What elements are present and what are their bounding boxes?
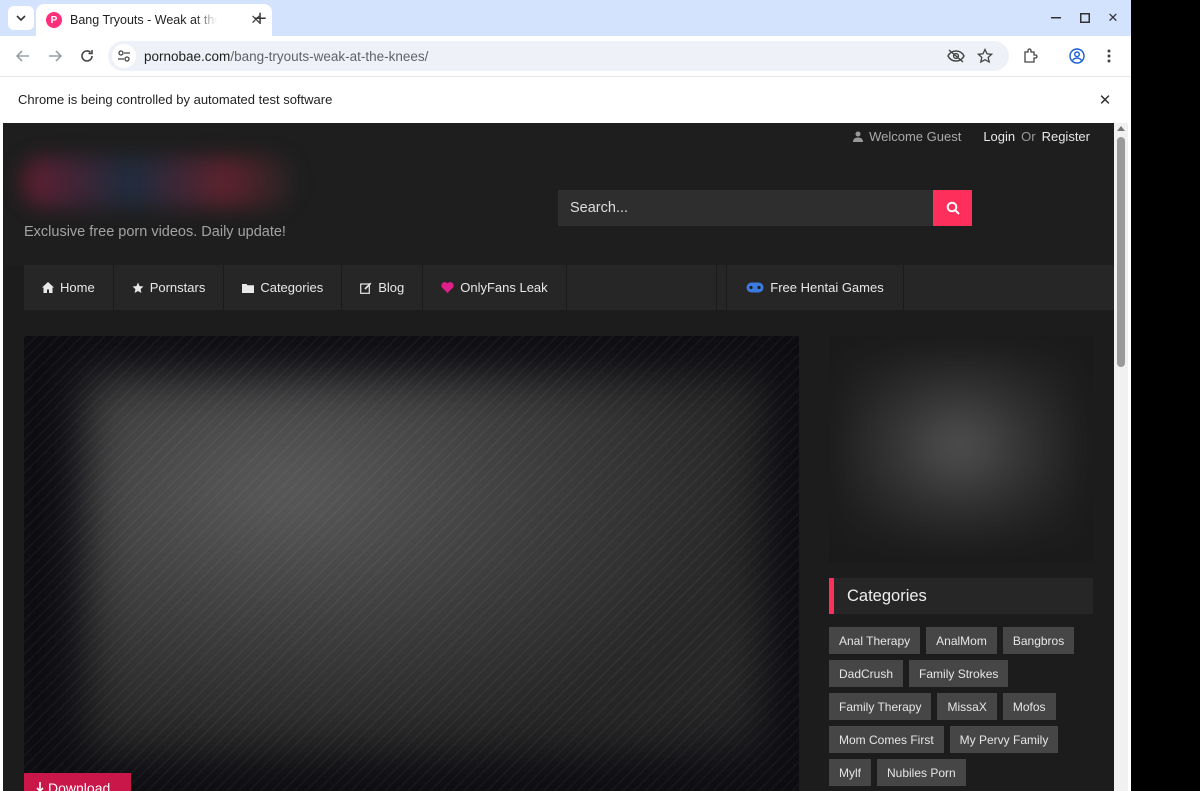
site-favicon-icon: P bbox=[46, 12, 62, 28]
login-link[interactable]: Login bbox=[983, 129, 1015, 144]
infobar-message: Chrome is being controlled by automated … bbox=[18, 92, 333, 107]
search-form bbox=[558, 190, 972, 226]
folder-icon bbox=[242, 283, 255, 293]
close-window-icon[interactable]: ✕ bbox=[1103, 8, 1123, 28]
puzzle-glyph bbox=[1024, 48, 1038, 63]
search-button[interactable] bbox=[933, 190, 972, 226]
tune-glyph bbox=[118, 50, 130, 62]
category-tag[interactable]: Mofos bbox=[1002, 693, 1056, 720]
new-tab-button[interactable]: + bbox=[250, 8, 270, 29]
bookmark-star-icon[interactable] bbox=[973, 44, 997, 68]
category-tag[interactable]: My Pervy Family bbox=[949, 726, 1059, 753]
browser-window: P Bang Tryouts - Weak at the Knees ✕ + ✕… bbox=[0, 0, 1131, 791]
nav-hentai-games-label: Free Hentai Games bbox=[770, 280, 884, 295]
nav-categories-label: Categories bbox=[260, 280, 324, 295]
register-link[interactable]: Register bbox=[1042, 129, 1090, 144]
download-icon bbox=[36, 782, 44, 791]
address-bar[interactable]: pornobae.com/bang-tryouts-weak-at-the-kn… bbox=[108, 41, 1009, 71]
eye-off-icon[interactable] bbox=[944, 44, 968, 68]
site-header: Welcome Guest Login Or Register Exclusiv… bbox=[3, 123, 1114, 266]
maximize-glyph bbox=[1080, 13, 1090, 23]
sidebar-ad-image bbox=[839, 351, 1079, 541]
nav-home-label: Home bbox=[60, 280, 95, 295]
scroll-thumb[interactable] bbox=[1117, 137, 1125, 367]
category-tag[interactable]: MissaX bbox=[937, 693, 997, 720]
chevron-down-icon bbox=[16, 15, 26, 21]
home-icon bbox=[42, 282, 54, 293]
nav-blog[interactable]: Blog bbox=[342, 265, 424, 310]
search-input[interactable] bbox=[558, 190, 933, 226]
reload-glyph bbox=[81, 50, 93, 62]
nav-blog-label: Blog bbox=[378, 280, 405, 295]
url-domain: pornobae.com bbox=[144, 48, 231, 64]
active-tab[interactable]: P Bang Tryouts - Weak at the Knees ✕ bbox=[36, 4, 272, 36]
page-viewport: Welcome Guest Login Or Register Exclusiv… bbox=[3, 123, 1128, 791]
desktop-background bbox=[1131, 0, 1200, 791]
extensions-icon[interactable] bbox=[1018, 44, 1042, 68]
url-path: /bang-tryouts-weak-at-the-knees/ bbox=[230, 48, 429, 64]
minimize-glyph bbox=[1051, 17, 1061, 19]
category-tag[interactable]: Anal Therapy bbox=[829, 627, 921, 654]
category-tag[interactable]: DadCrush bbox=[829, 660, 904, 687]
heart-icon bbox=[441, 282, 454, 293]
site-tagline: Exclusive free porn videos. Daily update… bbox=[24, 224, 286, 240]
site-info-icon[interactable] bbox=[112, 44, 136, 68]
category-tag[interactable]: Bangbros bbox=[1002, 627, 1075, 654]
category-tag[interactable]: AnalMom bbox=[926, 627, 997, 654]
nav-pornstars[interactable]: Pornstars bbox=[114, 265, 225, 310]
user-icon bbox=[853, 131, 864, 142]
user-bar: Welcome Guest Login Or Register bbox=[853, 129, 1090, 144]
tab-strip: P Bang Tryouts - Weak at the Knees ✕ + ✕ bbox=[0, 0, 1131, 36]
welcome-text: Welcome Guest bbox=[869, 129, 962, 144]
search-icon bbox=[946, 201, 960, 215]
eye-off-glyph bbox=[947, 49, 965, 63]
forward-arrow-glyph bbox=[49, 50, 62, 62]
automation-infobar: Chrome is being controlled by automated … bbox=[0, 76, 1131, 122]
category-tag[interactable]: Family Strokes bbox=[909, 660, 1009, 687]
star-icon bbox=[132, 282, 144, 293]
category-tag[interactable]: Mylf bbox=[829, 759, 871, 786]
site-logo[interactable] bbox=[23, 157, 293, 207]
browser-toolbar: pornobae.com/bang-tryouts-weak-at-the-kn… bbox=[0, 36, 1131, 76]
url-text: pornobae.com/bang-tryouts-weak-at-the-kn… bbox=[144, 49, 428, 64]
scroll-up-arrow-icon[interactable] bbox=[1117, 126, 1125, 131]
nav-onlyfans[interactable]: OnlyFans Leak bbox=[423, 265, 567, 310]
category-tag[interactable]: Family Therapy bbox=[829, 693, 932, 720]
categories-tag-list: Anal Therapy AnalMom Bangbros DadCrush Famil… bbox=[829, 627, 1093, 786]
kebab-menu-icon[interactable] bbox=[1097, 44, 1121, 68]
sidebar-ad-banner[interactable] bbox=[829, 336, 1093, 562]
infobar-close-icon[interactable]: ✕ bbox=[1096, 91, 1114, 109]
download-label: Download bbox=[48, 780, 111, 791]
profile-glyph bbox=[1069, 48, 1085, 64]
category-tag[interactable]: Nubiles Porn bbox=[877, 759, 966, 786]
maximize-icon[interactable] bbox=[1075, 8, 1095, 28]
back-arrow-glyph bbox=[16, 50, 29, 62]
nav-onlyfans-label: OnlyFans Leak bbox=[460, 280, 548, 295]
category-tag[interactable]: Mom Comes First bbox=[829, 726, 944, 753]
profile-icon[interactable] bbox=[1065, 44, 1089, 68]
nav-hentai-games[interactable]: Free Hentai Games bbox=[726, 265, 904, 310]
star-glyph bbox=[977, 48, 993, 64]
nav-filler bbox=[904, 265, 1114, 310]
tab-title: Bang Tryouts - Weak at the Knees bbox=[70, 13, 217, 27]
tab-search-button[interactable] bbox=[8, 6, 34, 30]
forward-icon[interactable] bbox=[43, 44, 67, 68]
dots-glyph bbox=[1107, 49, 1111, 63]
video-overlay bbox=[24, 336, 799, 791]
back-icon[interactable] bbox=[11, 44, 35, 68]
edit-icon bbox=[360, 282, 372, 294]
nav-categories[interactable]: Categories bbox=[224, 265, 343, 310]
reload-icon[interactable] bbox=[75, 44, 99, 68]
download-button[interactable]: Download bbox=[24, 773, 131, 791]
gamepad-icon bbox=[746, 282, 764, 293]
main-nav: Home Pornstars Categories Blog OnlyFans … bbox=[24, 265, 1114, 310]
page-scrollbar[interactable] bbox=[1114, 123, 1128, 791]
or-text: Or bbox=[1021, 129, 1036, 144]
categories-widget-title: Categories bbox=[829, 578, 1093, 614]
nav-ad-slot bbox=[567, 265, 717, 310]
minimize-icon[interactable] bbox=[1046, 8, 1066, 28]
nav-home[interactable]: Home bbox=[24, 265, 114, 310]
nav-pornstars-label: Pornstars bbox=[149, 280, 206, 295]
video-player[interactable] bbox=[24, 336, 799, 791]
